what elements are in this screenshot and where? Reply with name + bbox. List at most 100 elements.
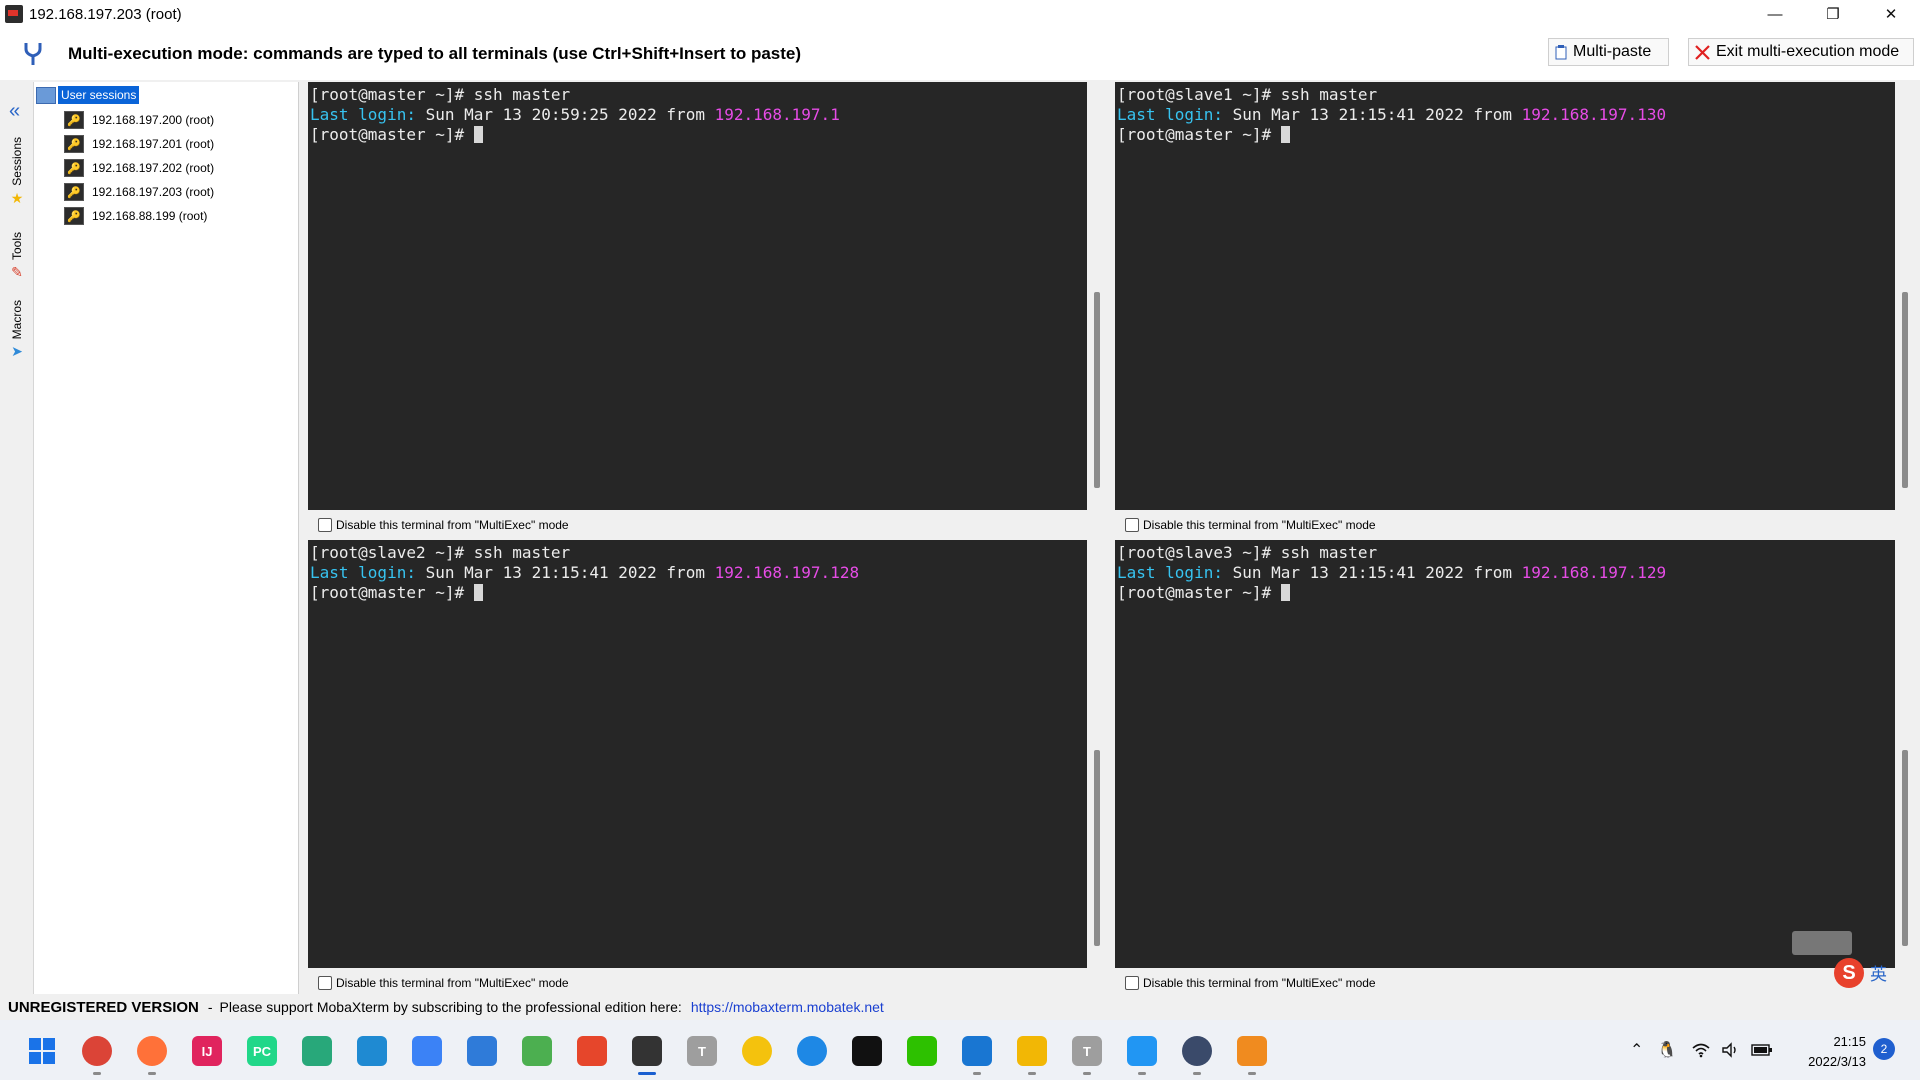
terminal-slave2[interactable]: [root@slave2 ~]# ssh master Last login: … bbox=[308, 540, 1087, 968]
disable-multiexec-checkbox[interactable]: Disable this terminal from "MultiExec" m… bbox=[1125, 976, 1376, 990]
last-login-label: Last login: bbox=[1117, 563, 1223, 582]
show-hidden-icons-chevron-icon[interactable]: ⌃ bbox=[1630, 1040, 1643, 1060]
mobatek-link[interactable]: https://mobaxterm.mobatek.net bbox=[691, 999, 884, 1015]
volume-icon[interactable] bbox=[1721, 1042, 1739, 1058]
feishu-icon[interactable] bbox=[797, 1036, 827, 1066]
battery-icon[interactable] bbox=[1751, 1043, 1773, 1057]
last-login-label: Last login: bbox=[310, 105, 416, 124]
mobaxterm-icon[interactable] bbox=[632, 1036, 662, 1066]
network-icon[interactable] bbox=[962, 1036, 992, 1066]
running-indicator bbox=[93, 1072, 101, 1075]
chrome-icon[interactable] bbox=[82, 1036, 112, 1066]
money-icon[interactable] bbox=[522, 1036, 552, 1066]
tools-icon: ✎ bbox=[11, 264, 23, 281]
collapse-sidebar-icon[interactable]: « bbox=[9, 100, 20, 123]
qq-tray-icon[interactable]: 🐧 bbox=[1657, 1040, 1677, 1060]
terminal-command-line: [root@master ~]# ssh master bbox=[310, 85, 571, 104]
multi-paste-button[interactable]: Multi-paste bbox=[1548, 38, 1669, 66]
wechat-icon[interactable] bbox=[907, 1036, 937, 1066]
clock-time: 21:15 bbox=[1833, 1034, 1866, 1049]
title-bar: 192.168.197.203 (root) — ❐ ✕ bbox=[0, 0, 1920, 28]
avatar-icon[interactable] bbox=[1182, 1036, 1212, 1066]
vscode-icon[interactable] bbox=[357, 1036, 387, 1066]
running-indicator bbox=[1193, 1072, 1201, 1075]
restore-button[interactable]: ❐ bbox=[1804, 0, 1862, 28]
browser-icon[interactable] bbox=[412, 1036, 442, 1066]
session-item[interactable]: 🔑 192.168.88.199 (root) bbox=[64, 206, 207, 226]
checkbox-label: Disable this terminal from "MultiExec" m… bbox=[336, 518, 569, 532]
typora2-icon[interactable]: T bbox=[1072, 1036, 1102, 1066]
user-folder-icon bbox=[36, 86, 56, 104]
ssh-key-icon: 🔑 bbox=[64, 183, 84, 201]
terminal-scrollbar[interactable] bbox=[1902, 750, 1908, 946]
clock-date: 2022/3/13 bbox=[1808, 1054, 1866, 1069]
tab-tools[interactable]: Tools ✎ bbox=[4, 232, 30, 281]
typora-icon[interactable]: T bbox=[687, 1036, 717, 1066]
ime-toolbar[interactable] bbox=[1792, 931, 1852, 955]
vmware-icon[interactable] bbox=[1237, 1036, 1267, 1066]
dolphin-icon[interactable] bbox=[467, 1036, 497, 1066]
terminal-scrollbar[interactable] bbox=[1094, 750, 1100, 946]
pycharm-icon[interactable]: PC bbox=[247, 1036, 277, 1066]
support-message: Please support MobaXterm by subscribing … bbox=[219, 999, 682, 1015]
terminal-prompt: [root@master ~]# bbox=[1117, 125, 1281, 144]
session-item[interactable]: 🔑 192.168.197.200 (root) bbox=[64, 110, 214, 130]
session-item[interactable]: 🔑 192.168.197.201 (root) bbox=[64, 134, 214, 154]
clock[interactable]: 21:15 2022/3/13 bbox=[1786, 1032, 1866, 1072]
unregistered-label: UNREGISTERED VERSION bbox=[8, 998, 199, 1016]
terminal-master[interactable]: [root@master ~]# ssh master Last login: … bbox=[308, 82, 1087, 510]
running-indicator bbox=[1138, 1072, 1146, 1075]
tab-sessions[interactable]: Sessions ★ bbox=[4, 137, 30, 207]
user-sessions-label: User sessions bbox=[58, 86, 140, 104]
intellij-icon[interactable]: IJ bbox=[192, 1036, 222, 1066]
terminal-scrollbar[interactable] bbox=[1902, 292, 1908, 488]
terminal-cursor bbox=[1280, 126, 1290, 143]
notification-badge[interactable]: 2 bbox=[1873, 1038, 1895, 1060]
checkbox-box[interactable] bbox=[318, 976, 332, 990]
session-item[interactable]: 🔑 192.168.197.203 (root) bbox=[64, 182, 214, 202]
disable-multiexec-checkbox[interactable]: Disable this terminal from "MultiExec" m… bbox=[318, 976, 569, 990]
close-button[interactable]: ✕ bbox=[1862, 0, 1920, 28]
session-item[interactable]: 🔑 192.168.197.202 (root) bbox=[64, 158, 214, 178]
tab-macros[interactable]: Macros ➤ bbox=[4, 300, 30, 360]
terminal-cursor bbox=[473, 126, 483, 143]
terminal-prompt: [root@master ~]# bbox=[310, 583, 474, 602]
disable-multiexec-checkbox[interactable]: Disable this terminal from "MultiExec" m… bbox=[1125, 518, 1376, 532]
session-label: 192.168.197.201 (root) bbox=[92, 137, 215, 151]
wifi-icon[interactable] bbox=[1691, 1042, 1711, 1058]
terminal-slave1[interactable]: [root@slave1 ~]# ssh master Last login: … bbox=[1115, 82, 1895, 510]
system-tray: ⌃ 🐧 bbox=[1630, 1020, 1773, 1080]
checkbox-box[interactable] bbox=[1125, 976, 1139, 990]
terminal-scrollbar[interactable] bbox=[1094, 292, 1100, 488]
mobaxterm-logo-icon bbox=[5, 5, 23, 23]
sogou-ime-icon[interactable]: S bbox=[1834, 958, 1864, 988]
session-label: 192.168.197.203 (root) bbox=[92, 185, 215, 199]
status-separator: - bbox=[207, 999, 213, 1015]
checkbox-box[interactable] bbox=[1125, 518, 1139, 532]
last-login-label: Last login: bbox=[1117, 105, 1223, 124]
last-login-time: Sun Mar 13 21:15:41 2022 from bbox=[415, 563, 715, 582]
firefox-icon[interactable] bbox=[137, 1036, 167, 1066]
windows-start-icon[interactable] bbox=[27, 1036, 57, 1066]
user-sessions-folder[interactable]: User sessions bbox=[36, 86, 140, 104]
last-login-time: Sun Mar 13 21:15:41 2022 from bbox=[1222, 563, 1522, 582]
terminal-slave3[interactable]: [root@slave3 ~]# ssh master Last login: … bbox=[1115, 540, 1895, 968]
session-tree: User sessions 🔑 192.168.197.200 (root) 🔑… bbox=[34, 82, 299, 994]
snail-icon[interactable] bbox=[577, 1036, 607, 1066]
disable-multiexec-checkbox[interactable]: Disable this terminal from "MultiExec" m… bbox=[318, 518, 569, 532]
app-green-icon[interactable] bbox=[302, 1036, 332, 1066]
folder-icon[interactable] bbox=[1017, 1036, 1047, 1066]
tab-macros-label: Macros bbox=[10, 300, 24, 340]
checkbox-box[interactable] bbox=[318, 518, 332, 532]
exit-multiexec-button[interactable]: Exit multi-execution mode bbox=[1688, 38, 1914, 66]
session-label: 192.168.88.199 (root) bbox=[92, 209, 208, 223]
minimize-button[interactable]: — bbox=[1746, 0, 1804, 28]
running-indicator bbox=[638, 1072, 656, 1075]
music-icon[interactable] bbox=[742, 1036, 772, 1066]
send-icon[interactable] bbox=[1127, 1036, 1157, 1066]
ssh-key-icon: 🔑 bbox=[64, 111, 84, 129]
terminal-command-line: [root@slave1 ~]# ssh master bbox=[1117, 85, 1378, 104]
qq-icon[interactable] bbox=[852, 1036, 882, 1066]
running-indicator bbox=[1028, 1072, 1036, 1075]
ime-language-indicator[interactable]: 英 bbox=[1870, 960, 1887, 985]
